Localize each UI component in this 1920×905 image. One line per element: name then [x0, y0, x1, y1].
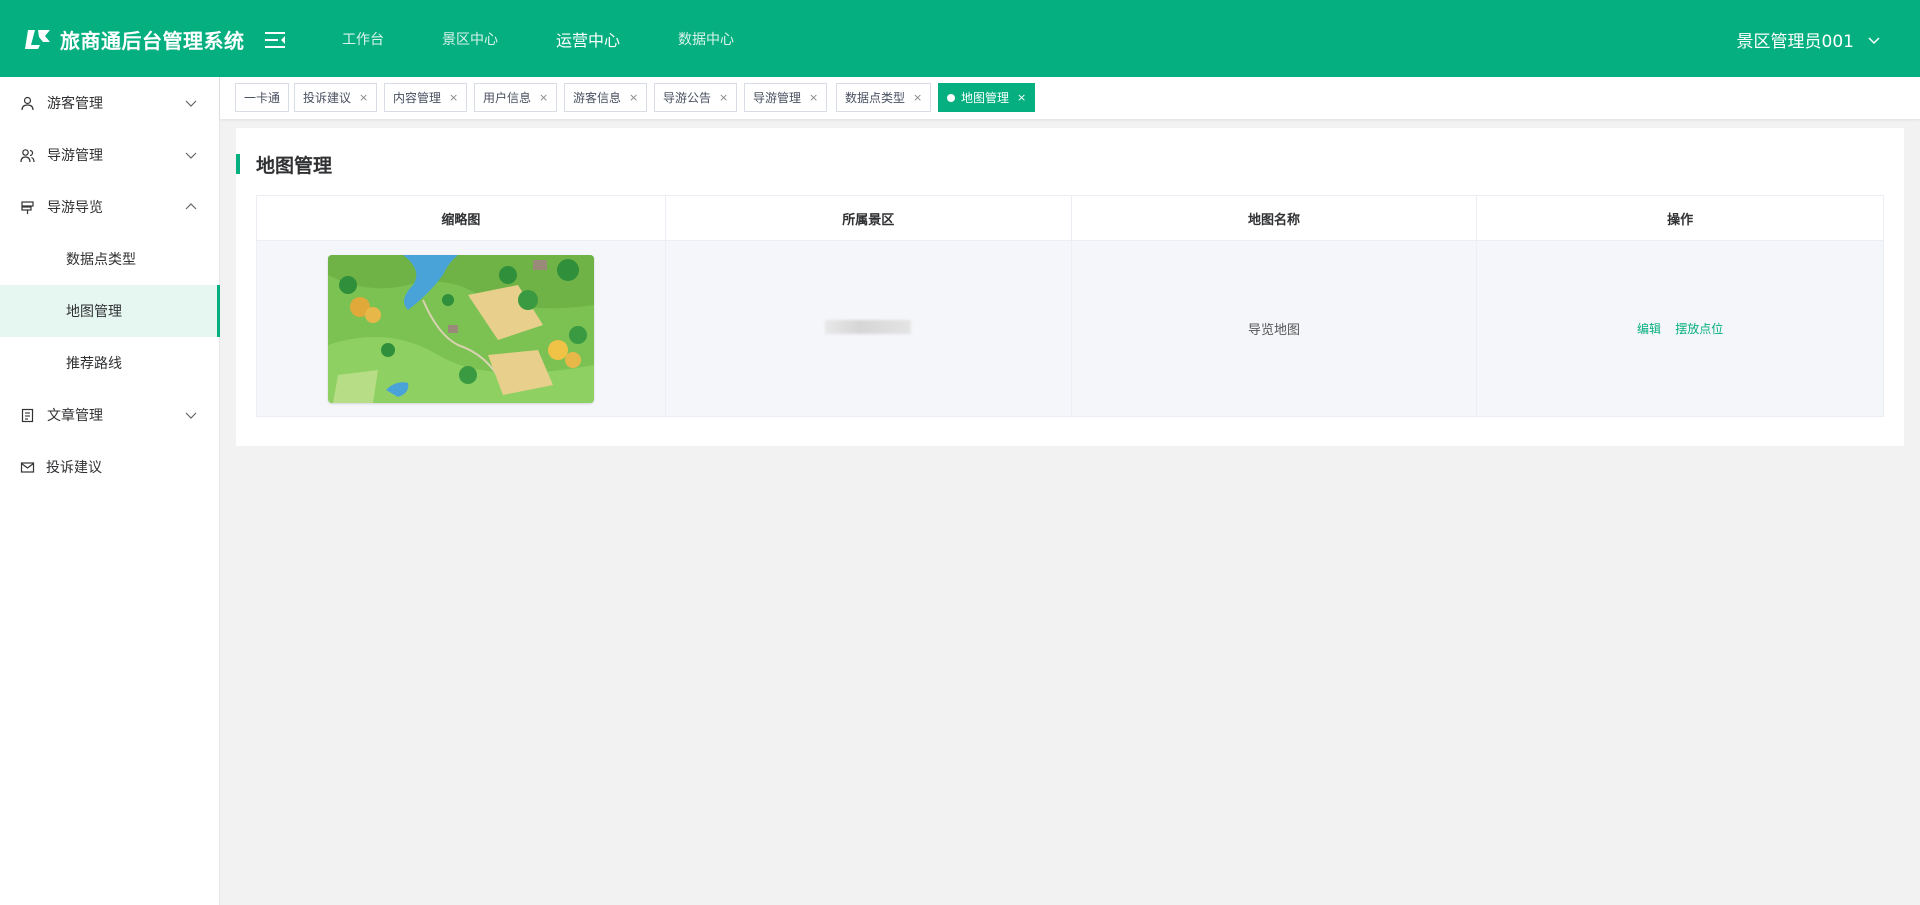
tab-label: 数据点类型: [845, 91, 906, 105]
sidebar-item-label: 导游导览: [47, 200, 103, 216]
chevron-up-icon: [185, 203, 197, 210]
active-dot: [947, 93, 955, 102]
close-icon[interactable]: ×: [719, 91, 728, 104]
tab-yikatong[interactable]: 一卡通: [235, 83, 290, 112]
close-icon[interactable]: ×: [913, 91, 922, 104]
close-icon[interactable]: ×: [449, 91, 458, 104]
tab-label: 地图管理: [961, 91, 1010, 105]
close-icon[interactable]: ×: [629, 91, 638, 104]
close-icon[interactable]: ×: [809, 91, 818, 104]
sidebar-subitem-label: 数据点类型: [66, 252, 136, 268]
title-accent-bar: [236, 154, 240, 174]
scenic-area-value: [825, 319, 912, 334]
chevron-down-icon: [185, 412, 197, 419]
sidebar-item-label: 文章管理: [47, 408, 103, 424]
tab-guide-announcement[interactable]: 导游公告 ×: [654, 83, 738, 112]
tab-guide-management[interactable]: 导游管理 ×: [744, 83, 828, 112]
chevron-down-icon: [185, 152, 197, 159]
sidebar-item-article[interactable]: 文章管理: [0, 389, 220, 441]
sidebar-subitem-data-point-type[interactable]: 数据点类型: [0, 233, 220, 285]
sidebar-subitem-recommended-route[interactable]: 推荐路线: [0, 337, 220, 389]
nav-data-center[interactable]: 数据中心: [678, 29, 734, 49]
tags-view: 一卡通 投诉建议 × 内容管理 × 用户信息 × 游客信息 × 导游公告 × 导…: [220, 77, 1920, 119]
page-title: 地图管理: [236, 152, 333, 177]
cell-actions: 编辑 摆放点位: [1476, 240, 1884, 417]
column-header-scenic-area: 所属景区: [664, 195, 1072, 241]
user-menu[interactable]: 景区管理员001: [1737, 27, 1880, 52]
sidebar-item-complaint[interactable]: 投诉建议: [0, 441, 220, 493]
tab-user-info[interactable]: 用户信息 ×: [474, 83, 558, 112]
close-icon[interactable]: ×: [539, 91, 548, 104]
cell-map-name: 导览地图: [1070, 240, 1478, 417]
user-name: 景区管理员001: [1736, 32, 1854, 52]
cell-scenic-area: [664, 240, 1072, 417]
cell-thumbnail: [256, 240, 666, 417]
sidebar-item-label: 导游管理: [47, 148, 103, 164]
tab-label: 导游管理: [753, 91, 802, 105]
nav-workbench[interactable]: 工作台: [342, 29, 384, 49]
collapse-menu-icon[interactable]: [264, 29, 286, 51]
sidebar-item-guide[interactable]: 导游管理: [0, 129, 220, 181]
tab-label: 导游公告: [663, 91, 712, 105]
tab-complaint[interactable]: 投诉建议 ×: [294, 83, 378, 112]
app-logo[interactable]: 旅商通后台管理系统: [24, 24, 245, 54]
tab-label: 投诉建议: [303, 91, 352, 105]
user-icon: [21, 96, 34, 110]
tab-data-point-type[interactable]: 数据点类型 ×: [836, 83, 932, 112]
place-points-button[interactable]: 摆放点位: [1675, 322, 1723, 336]
chevron-down-icon: [1868, 36, 1880, 44]
close-icon[interactable]: ×: [1017, 91, 1026, 104]
map-table: 缩略图 所属景区 地图名称 操作 导览地图 编辑 摆放点位: [256, 195, 1884, 417]
top-header: 旅商通后台管理系统 工作台 景区中心 运营中心 数据中心 景区管理员001: [0, 0, 1920, 77]
logo-icon: [25, 30, 50, 49]
users-icon: [20, 148, 35, 162]
map-thumbnail-image[interactable]: [327, 254, 594, 403]
tab-label: 游客信息: [573, 91, 622, 105]
edit-button[interactable]: 编辑: [1637, 322, 1661, 336]
signpost-icon: [21, 200, 34, 214]
mail-icon: [20, 461, 35, 473]
sidebar-subitem-map-management[interactable]: 地图管理: [0, 285, 220, 337]
table-row: 导览地图 编辑 摆放点位: [256, 240, 1884, 417]
sidebar-item-tourist[interactable]: 游客管理: [0, 77, 220, 129]
content-card: 地图管理 缩略图 所属景区 地图名称 操作 导览地图 编辑 摆放点位: [236, 128, 1904, 446]
column-header-map-name: 地图名称: [1070, 195, 1478, 241]
sidebar-item-label: 游客管理: [47, 96, 103, 112]
tab-tourist-info[interactable]: 游客信息 ×: [564, 83, 648, 112]
column-header-thumbnail: 缩略图: [256, 195, 666, 241]
tab-label: 用户信息: [483, 91, 532, 105]
tab-label: 一卡通: [244, 91, 281, 105]
nav-operation-center[interactable]: 运营中心: [556, 27, 620, 51]
chevron-down-icon: [185, 100, 197, 107]
tab-label: 内容管理: [393, 91, 442, 105]
tab-map-management[interactable]: 地图管理 ×: [938, 83, 1036, 112]
sidebar-item-label: 投诉建议: [46, 460, 102, 476]
close-icon[interactable]: ×: [359, 91, 368, 104]
nav-scenic-center[interactable]: 景区中心: [442, 29, 498, 49]
page-title-text: 地图管理: [256, 154, 333, 177]
tab-content-management[interactable]: 内容管理 ×: [384, 83, 468, 112]
column-header-actions: 操作: [1476, 195, 1884, 241]
sidebar-item-tour-guide[interactable]: 导游导览: [0, 181, 220, 233]
document-icon: [21, 408, 34, 422]
sidebar-subitem-label: 地图管理: [66, 304, 122, 320]
sidebar-subitem-label: 推荐路线: [66, 356, 122, 372]
sidebar: 游客管理 导游管理 导游导览 数据点类型 地图管理 推荐路线 文章管理 投诉建议: [0, 77, 220, 905]
app-title: 旅商通后台管理系统: [60, 28, 245, 53]
table-header-row: 缩略图 所属景区 地图名称 操作: [256, 195, 1884, 241]
top-nav: 工作台 景区中心 运营中心 数据中心: [342, 0, 792, 77]
map-illustration: [327, 254, 594, 403]
